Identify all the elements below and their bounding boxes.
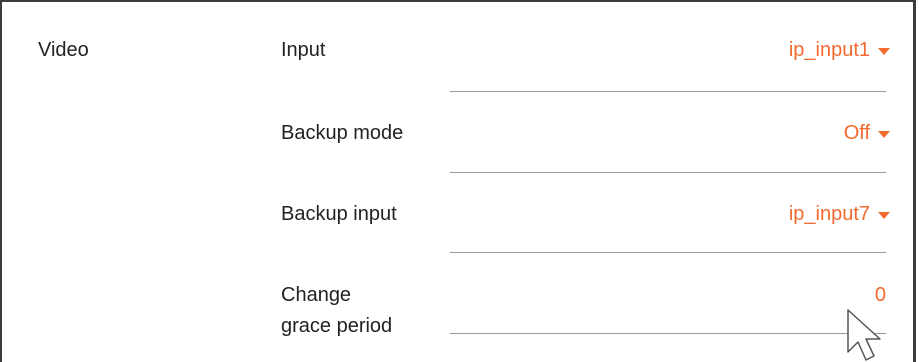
section-label-video: Video xyxy=(38,39,89,61)
backup-input-dropdown-value: ip_input7 xyxy=(788,203,870,225)
setting-label-backup-input: Backup input xyxy=(281,203,397,225)
backup-mode-dropdown-value: Off xyxy=(843,122,870,144)
setting-label-backup-mode: Backup mode xyxy=(281,122,404,144)
caret-down-icon xyxy=(878,211,890,219)
mouse-pointer-icon xyxy=(847,309,881,361)
divider xyxy=(450,91,886,92)
grace-period-input-underline xyxy=(450,333,886,334)
setting-label-input: Input xyxy=(281,39,326,61)
video-settings-panel: Video Input ip_input1 Backup mode Off Ba… xyxy=(0,0,916,362)
input-dropdown[interactable]: ip_input1 xyxy=(789,38,890,62)
divider xyxy=(450,252,886,253)
setting-label-change-grace-period-line2: grace period xyxy=(281,315,393,337)
setting-label-change-grace-period-line1: Change xyxy=(281,284,352,306)
caret-down-icon xyxy=(878,130,890,138)
divider xyxy=(450,172,886,173)
backup-input-dropdown[interactable]: ip_input7 xyxy=(789,202,890,226)
input-dropdown-value: ip_input1 xyxy=(788,39,870,61)
caret-down-icon xyxy=(878,47,890,55)
backup-mode-dropdown[interactable]: Off xyxy=(844,121,890,145)
grace-period-input[interactable]: 0 xyxy=(875,283,886,307)
